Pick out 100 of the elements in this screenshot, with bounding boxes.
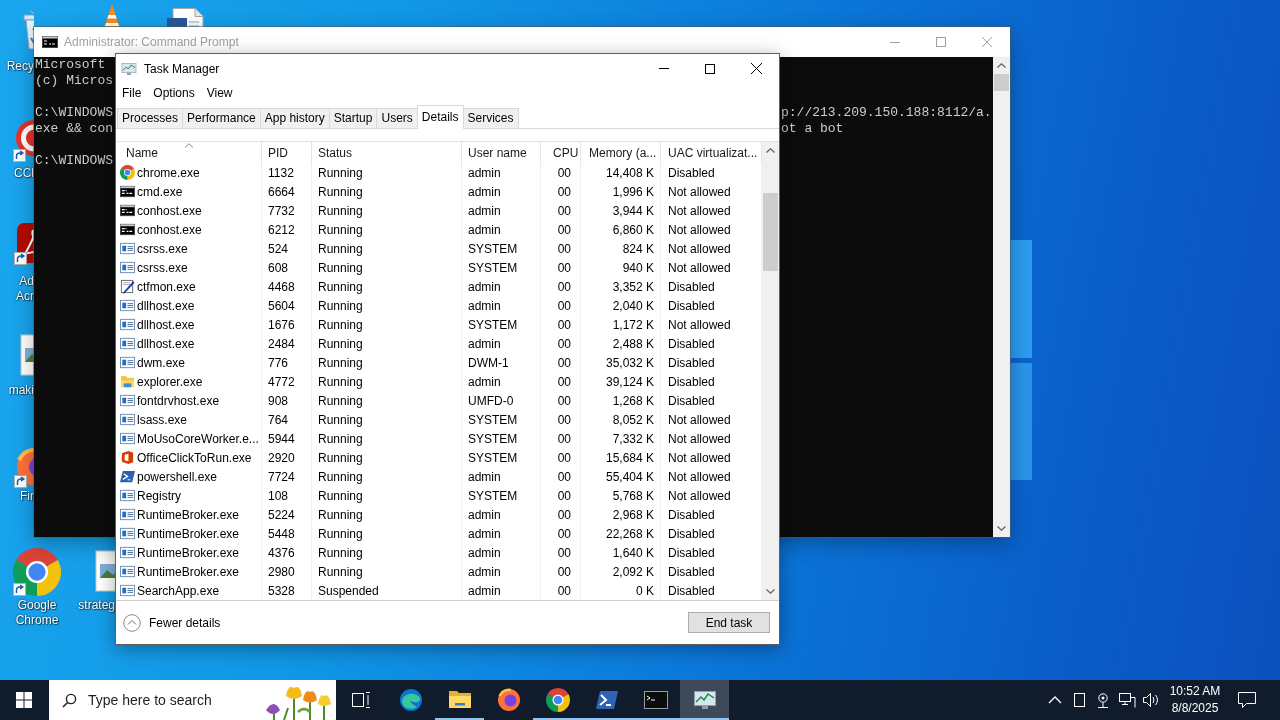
table-cell: 00 xyxy=(541,391,581,410)
table-cell: 2,488 K xyxy=(581,334,661,353)
table-cell: 00 xyxy=(541,258,581,277)
table-cell: 00 xyxy=(541,372,581,391)
app-window-icon xyxy=(120,241,135,256)
menu-item[interactable]: File xyxy=(116,83,148,103)
clock-date: 8/8/2025 xyxy=(1171,700,1219,717)
table-cell: 776 xyxy=(262,353,312,372)
scrollbar-thumb[interactable] xyxy=(763,193,778,271)
network-icon[interactable] xyxy=(1118,692,1136,708)
table-cell: 2980 xyxy=(262,562,312,581)
table-cell: 15,684 K xyxy=(581,448,661,467)
table-cell: admin xyxy=(462,201,541,220)
tab[interactable]: Services xyxy=(462,108,519,128)
column-header[interactable]: Memory (a... xyxy=(581,142,661,163)
table-cell: UMFD-0 xyxy=(462,391,541,410)
column-header[interactable]: User name xyxy=(462,142,541,163)
scroll-up-icon[interactable] xyxy=(997,63,1006,68)
table-cell: Running xyxy=(312,372,462,391)
minimize-icon xyxy=(890,41,900,43)
terminal-icon xyxy=(120,203,135,218)
table-cell: 00 xyxy=(541,220,581,239)
ring-logo-icon xyxy=(120,450,135,465)
scroll-down-icon[interactable] xyxy=(766,589,775,594)
table-cell: Running xyxy=(312,410,462,429)
browser-icon xyxy=(545,688,570,712)
app-window-icon xyxy=(120,545,135,560)
close-icon xyxy=(982,37,992,47)
table-cell: 00 xyxy=(541,581,581,600)
search-field[interactable]: Type here to search xyxy=(49,680,336,720)
window-title: Task Manager xyxy=(144,61,220,76)
fewer-details-button[interactable]: Fewer details xyxy=(123,613,221,632)
table-cell: 00 xyxy=(541,182,581,201)
table-cell: 7724 xyxy=(262,467,312,486)
tab[interactable]: Users xyxy=(376,108,418,128)
table-cell: 6,860 K xyxy=(581,220,661,239)
column-header[interactable]: Name xyxy=(116,142,262,163)
menu-item[interactable]: Options xyxy=(147,83,201,103)
scrollbar-thumb[interactable] xyxy=(994,74,1009,91)
window-title: Administrator: Command Prompt xyxy=(64,35,239,49)
table-cell: ctfmon.exe xyxy=(137,279,196,294)
table-cell: 524 xyxy=(262,239,312,258)
table-cell: admin xyxy=(462,543,541,562)
table-cell: 6664 xyxy=(262,182,312,201)
tab[interactable]: Details xyxy=(416,105,464,129)
tab[interactable]: Processes xyxy=(117,108,184,128)
menu-item[interactable]: View xyxy=(200,83,239,103)
app-window-icon xyxy=(120,507,135,522)
table-cell: admin xyxy=(462,296,541,315)
table-cell: admin xyxy=(462,182,541,201)
image-file-icon[interactable] xyxy=(95,550,115,592)
device-icon[interactable] xyxy=(1073,693,1085,707)
table-cell: 00 xyxy=(541,486,581,505)
notification-icon[interactable] xyxy=(1238,691,1256,709)
terminal-icon xyxy=(120,184,135,199)
table-cell: Running xyxy=(312,258,462,277)
table-cell: csrss.exe xyxy=(137,241,188,256)
scroll-up-icon[interactable] xyxy=(766,148,775,153)
terminal-icon xyxy=(643,688,668,712)
table-cell: SYSTEM xyxy=(462,486,541,505)
table-cell: 0 K xyxy=(581,581,661,600)
table-cell: 4468 xyxy=(262,277,312,296)
scrollbar[interactable] xyxy=(993,57,1010,537)
column-header[interactable]: CPU xyxy=(541,142,581,163)
scrollbar[interactable] xyxy=(762,142,779,600)
table-cell: 00 xyxy=(541,505,581,524)
table-cell: 7,332 K xyxy=(581,429,661,448)
tile-logo-icon[interactable] xyxy=(14,223,34,265)
image-file-icon[interactable] xyxy=(20,334,34,376)
scroll-down-icon[interactable] xyxy=(997,526,1006,531)
table-cell: Running xyxy=(312,315,462,334)
volume-icon[interactable] xyxy=(1142,692,1160,708)
minimize-icon xyxy=(659,68,669,69)
clock[interactable]: 10:52 AM 8/8/2025 xyxy=(1163,683,1227,717)
tab[interactable]: App history xyxy=(259,108,330,128)
app-window-icon xyxy=(120,412,135,427)
table-cell: MoUsoCoreWorker.e... xyxy=(137,431,259,446)
table-cell: 7732 xyxy=(262,201,312,220)
table-cell: admin xyxy=(462,334,541,353)
column-header[interactable]: Status xyxy=(312,142,462,163)
browser-icon[interactable] xyxy=(13,548,61,596)
table-cell: conhost.exe xyxy=(137,222,202,237)
monitor-chart-icon xyxy=(692,688,717,712)
end-task-button[interactable]: End task xyxy=(688,612,770,633)
table-cell: 108 xyxy=(262,486,312,505)
taskbar-button[interactable] xyxy=(680,680,729,720)
document-icon[interactable] xyxy=(165,8,205,27)
tab[interactable]: Startup xyxy=(328,108,378,128)
camera-icon[interactable] xyxy=(1095,692,1111,708)
chevron-up-circle-icon xyxy=(123,613,141,632)
table-cell: SearchApp.exe xyxy=(137,583,220,598)
column-header[interactable]: PID xyxy=(262,142,312,163)
table-cell: 1132 xyxy=(262,163,312,182)
table-cell: dllhost.exe xyxy=(137,336,195,351)
chevron-up-icon[interactable] xyxy=(1048,696,1062,704)
close-icon xyxy=(750,63,762,74)
table-cell: 14,408 K xyxy=(581,163,661,182)
tab[interactable]: Performance xyxy=(182,108,261,128)
browser-icon xyxy=(120,165,135,180)
table-cell: SYSTEM xyxy=(462,410,541,429)
